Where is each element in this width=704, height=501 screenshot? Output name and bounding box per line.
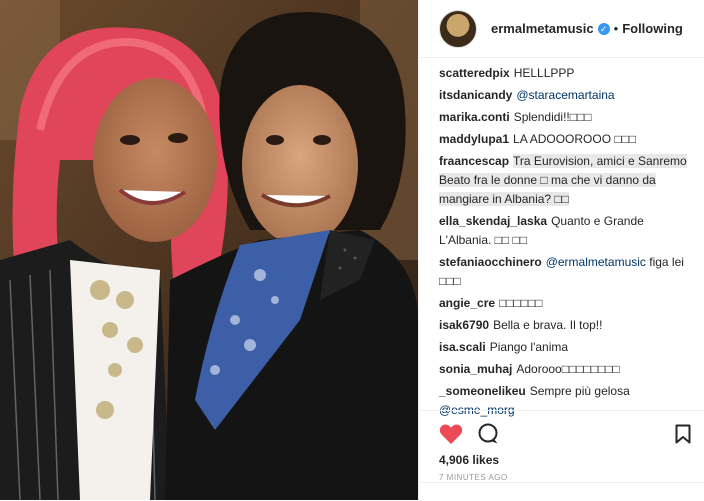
comment-username[interactable]: sonia_muhaj [439,362,512,376]
add-comment-area[interactable] [419,482,704,501]
post-sidebar: ermalmetamusic ✓ • Following scatteredpi… [418,0,704,500]
comment-text: □□□□□□ [499,296,543,310]
comment: fraancescap Tra Eurovision, amici e Sanre… [439,152,690,209]
comment: ella_skendaj_laska Quanto e Grande L'Alba… [439,212,690,250]
comment-username[interactable]: fraancescap [439,154,509,168]
comment-username[interactable]: maddylupa1 [439,132,509,146]
comment: isa.scali Piango l'anima [439,338,690,357]
post-username[interactable]: ermalmetamusic [491,21,594,36]
comment-text: HELLLPPP [513,66,575,80]
avatar[interactable] [439,9,477,48]
comment-username[interactable]: isak6790 [439,318,489,332]
post-timestamp[interactable]: 7 MINUTES AGO [439,473,691,482]
comment: marika.conti Splendidi!!□□□ [439,108,690,127]
following-button[interactable]: Following [622,21,683,36]
comment: itsdanicandy @staracemartaina [439,86,690,105]
instagram-post: ermalmetamusic ✓ • Following scatteredpi… [0,0,704,500]
comment-username[interactable]: scatteredpix [439,66,510,80]
bookmark-icon[interactable] [675,424,691,444]
comment-text: Splendidi!!□□□ [513,110,592,124]
comment-text: LA ADOOOROOO □□□ [513,132,637,146]
comment-username[interactable]: _someonelikeu [439,384,526,398]
comment: maddylupa1 LA ADOOOROOO □□□ [439,130,690,149]
action-icons [439,417,691,451]
verified-icon: ✓ [597,22,610,35]
comment-icon[interactable] [477,423,499,445]
comment-text: Sempre più gelosa [529,384,630,398]
comment-text: Piango l'anima [489,340,569,354]
comment: angie_cre □□□□□□ [439,294,690,313]
comment-text: Adorooo□□□□□□□□ [516,362,620,376]
comment-username[interactable]: ella_skendaj_laska [439,214,547,228]
comment: stefaniaocchinero @ermalmetamusic figa le… [439,253,690,291]
comment-username[interactable]: marika.conti [439,110,510,124]
heart-icon[interactable] [439,423,463,445]
comment: sonia_muhaj Adorooo□□□□□□□□ [439,360,690,379]
selfie-image [0,0,418,500]
post-header: ermalmetamusic ✓ • Following [419,0,704,58]
comment-mention[interactable]: @staracemartaina [516,88,614,102]
comment-username[interactable]: stefaniaocchinero [439,255,542,269]
comment: scatteredpix HELLLPPP [439,64,690,83]
comment: isak6790 Bella e brava. Il top!! [439,316,690,335]
comment-text: Bella e brava. Il top!! [493,318,603,332]
post-actions: 4,906 likes 7 MINUTES AGO [419,410,704,482]
comment-mention[interactable]: @ermalmetamusic [546,255,646,269]
separator-dot: • [613,21,619,36]
comment-username[interactable]: itsdanicandy [439,88,512,102]
comment-username[interactable]: angie_cre [439,296,495,310]
comment-username[interactable]: isa.scali [439,340,486,354]
like-count[interactable]: 4,906 likes [439,453,691,467]
comments-list: scatteredpix HELLLPPP itsdanicandy @starac… [419,58,704,420]
post-photo[interactable] [0,0,418,500]
